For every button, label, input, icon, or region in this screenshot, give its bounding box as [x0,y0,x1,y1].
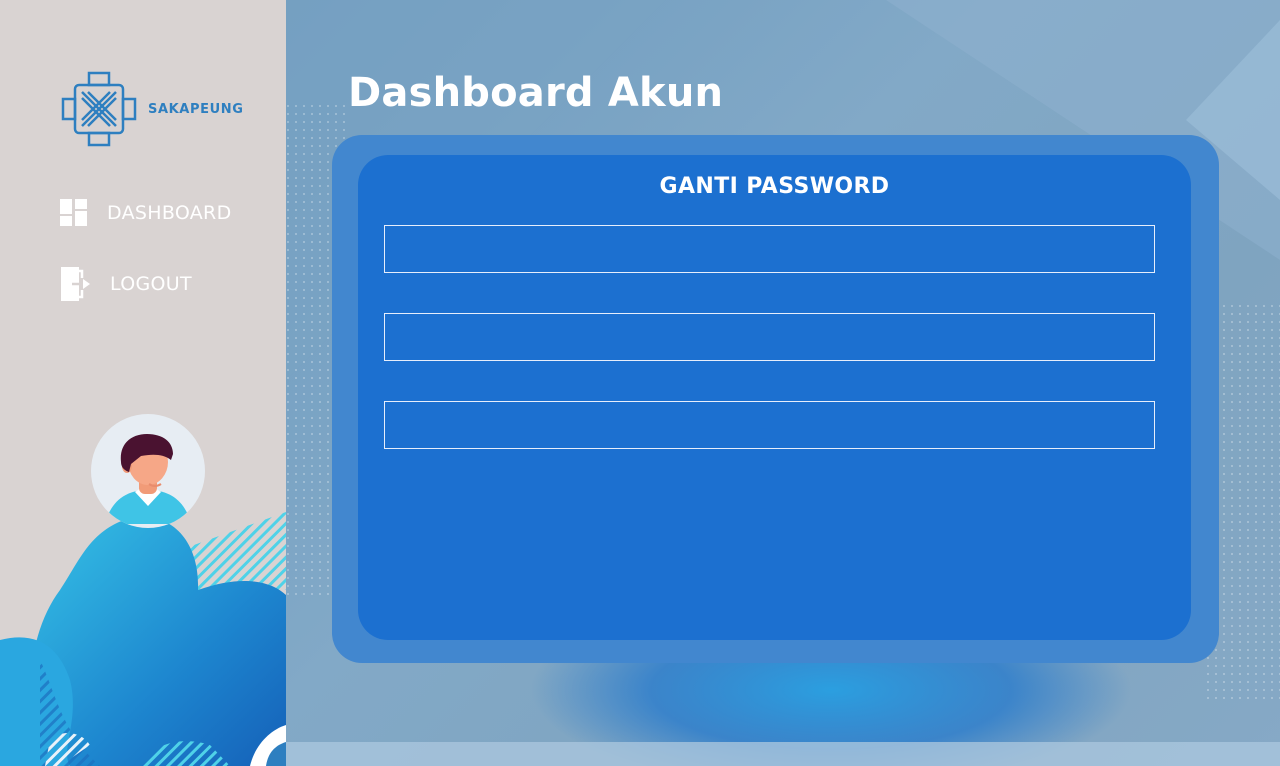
sidebar-item-label: DASHBOARD [107,201,232,224]
password-field-1[interactable] [384,225,1155,273]
main-area: Dashboard Akun GANTI PASSWORD [286,0,1280,766]
bottom-strip [286,742,1280,766]
sakapeung-logo-icon [61,71,137,147]
sidebar-item-logout[interactable]: LOGOUT [59,265,192,303]
brand-logo[interactable]: SAKAPEUNG [60,70,243,148]
page-title: Dashboard Akun [348,70,724,116]
sidebar-item-label: LOGOUT [110,273,192,295]
sidebar: SAKAPEUNG DASHBOARD LOGOUT [0,0,286,766]
logout-door-icon [59,265,92,303]
sidebar-item-dashboard[interactable]: DASHBOARD [59,198,232,227]
avatar [91,414,205,528]
password-field-3[interactable] [384,401,1155,449]
change-password-panel: GANTI PASSWORD [358,155,1191,640]
password-field-2[interactable] [384,313,1155,361]
card-title: GANTI PASSWORD [659,174,890,199]
brand-name: SAKAPEUNG [148,101,244,117]
dashboard-grid-icon [59,198,88,227]
change-password-card: GANTI PASSWORD [332,135,1219,663]
